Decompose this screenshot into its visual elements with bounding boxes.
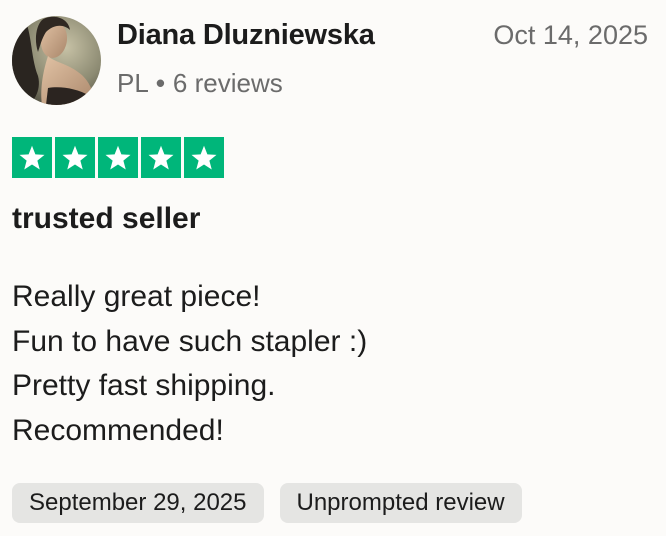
review-tags: September 29, 2025 Unprompted review — [12, 483, 522, 523]
experience-date-chip: September 29, 2025 — [12, 483, 264, 523]
avatar[interactable] — [12, 16, 101, 105]
star-icon — [12, 137, 52, 178]
star-rating — [12, 137, 224, 178]
review-type-chip[interactable]: Unprompted review — [279, 483, 522, 523]
star-icon — [55, 137, 95, 178]
reviewer-country: PL — [117, 68, 149, 98]
reviewer-review-count: 6 reviews — [172, 68, 283, 98]
reviewer-name[interactable]: Diana Dluzniewska — [117, 19, 375, 52]
review-body: Really great piece! Fun to have such sta… — [12, 275, 367, 453]
review-body-line: Fun to have such stapler :) — [12, 324, 368, 358]
avatar-photo — [12, 16, 101, 105]
meta-separator: • — [155, 68, 165, 98]
star-icon — [141, 137, 181, 178]
reviewer-meta: PL • 6 reviews — [117, 68, 283, 99]
review-title: trusted seller — [12, 202, 201, 235]
review-body-line: Really great piece! — [12, 280, 261, 313]
review-body-line: Pretty fast shipping. — [12, 369, 276, 402]
review-date: Oct 14, 2025 — [493, 20, 648, 50]
star-icon — [98, 137, 138, 178]
star-icon — [184, 137, 224, 178]
review-body-line: Recommended! — [12, 413, 224, 447]
